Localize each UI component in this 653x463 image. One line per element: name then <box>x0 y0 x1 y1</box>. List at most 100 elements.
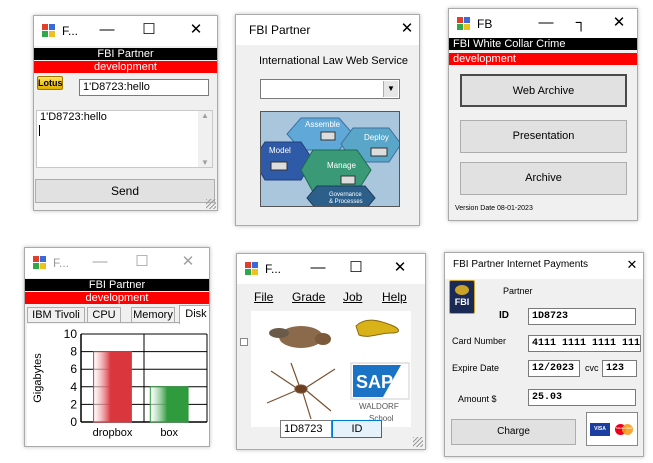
tab-disk[interactable]: Disk <box>179 305 209 324</box>
charge-label: Charge <box>497 426 530 437</box>
resize-grip-icon[interactable] <box>206 199 216 209</box>
title-bar[interactable]: F... — ☐ ✕ <box>237 254 425 284</box>
id-field[interactable]: 1D8723 <box>528 308 636 325</box>
y-tick-label: 4 <box>70 380 77 394</box>
card-field[interactable]: 4111 1111 1111 1111 <box>528 335 641 352</box>
chat-window: F... — ☐ ✕ FBI Partner development Lotus… <box>33 15 218 211</box>
close-icon[interactable]: ✕ <box>604 12 634 34</box>
id-button-label: ID <box>351 423 363 435</box>
tab-ibm-tivoli[interactable]: IBM Tivoli <box>27 307 85 323</box>
slug-image <box>355 319 399 337</box>
chat-log[interactable]: 1'D8723:hello ▲ ▼ <box>36 110 213 168</box>
minimize-icon[interactable]: — <box>303 257 333 279</box>
window-title: FBI Partner <box>249 23 311 37</box>
send-button[interactable]: Send <box>35 179 215 203</box>
amount-field[interactable]: 25.03 <box>528 389 636 406</box>
scroll-down-icon[interactable]: ▼ <box>198 158 212 167</box>
app-icon <box>457 17 471 31</box>
fbi-logo-text: FBI <box>454 297 470 307</box>
minimize-icon[interactable]: — <box>85 251 115 273</box>
tab-cpu[interactable]: CPU <box>87 307 121 323</box>
amount-label: Amount $ <box>458 394 497 404</box>
close-icon[interactable]: ✕ <box>173 251 203 273</box>
version-date: Version Date 08-01-2023 <box>455 205 533 212</box>
presentation-button[interactable]: Presentation <box>460 120 627 153</box>
title-bar[interactable]: FB — ┐ ✕ <box>449 9 637 39</box>
id-input[interactable]: 1D8723 <box>280 420 332 438</box>
message-input[interactable]: 1'D8723:hello <box>79 79 209 96</box>
menu-help[interactable]: Help <box>382 290 407 304</box>
card-label: Card Number <box>452 336 507 346</box>
send-label: Send <box>110 184 140 198</box>
chat-log-text: 1'D8723:hello <box>40 111 107 123</box>
menu-file[interactable]: File <box>254 290 273 304</box>
window-title: FB <box>477 17 493 31</box>
close-icon[interactable]: ✕ <box>181 19 211 41</box>
maximize-icon[interactable]: ☐ <box>341 257 371 279</box>
expire-field[interactable]: 12/2023 <box>528 360 580 377</box>
web-archive-button[interactable]: Web Archive <box>460 74 627 107</box>
visa-icon: VISA <box>590 423 610 436</box>
web-service-window: FBI Partner ✕ International Law Web Serv… <box>235 14 420 226</box>
sap-text: SAP <box>356 372 393 392</box>
diagram-governance: Governance <box>329 192 362 198</box>
presentation-label: Presentation <box>512 130 575 142</box>
menu-grade[interactable]: Grade <box>292 290 325 304</box>
cvc-field[interactable]: 123 <box>602 360 637 377</box>
menu-job[interactable]: Job <box>343 290 362 304</box>
grade-window: F... — ☐ ✕ File Grade Job Help SAP WALDO… <box>236 253 426 450</box>
title-bar[interactable]: FBI Partner ✕ <box>236 15 419 45</box>
minimize-icon[interactable]: — <box>92 19 122 41</box>
id-button[interactable]: ID <box>332 420 382 438</box>
sap-sub: WALDORF <box>359 402 399 411</box>
dropdown-arrow-icon[interactable]: ▼ <box>383 81 398 97</box>
platypus-image <box>269 326 331 348</box>
bar-box <box>149 386 189 423</box>
image-grid: SAP WALDORF School <box>251 311 411 427</box>
close-icon[interactable]: ✕ <box>385 257 415 279</box>
y-tick-label: 8 <box>70 345 77 359</box>
y-tick-label: 6 <box>70 362 77 376</box>
maximize-icon[interactable]: ┐ <box>566 12 596 34</box>
sap-logo: SAP WALDORF School <box>350 362 410 423</box>
charge-button[interactable]: Charge <box>451 419 576 445</box>
resize-grip-icon[interactable] <box>413 437 423 447</box>
banner-title: FBI Partner <box>34 48 217 60</box>
cvc-label: cvc <box>585 363 599 373</box>
maximize-icon[interactable]: ☐ <box>134 19 164 41</box>
disk-chart: 0 2 4 6 8 10 dropbox box Gigabytes <box>27 324 209 446</box>
expire-label: Expire Date <box>452 363 500 373</box>
disk-usage-window: F... — ☐ ✕ FBI Partner development IBM T… <box>24 247 210 447</box>
maximize-icon[interactable]: ☐ <box>127 251 157 273</box>
service-select[interactable]: ▼ <box>260 79 400 99</box>
image-grid-svg: SAP WALDORF School <box>266 319 410 423</box>
scrollbar[interactable]: ▲ ▼ <box>198 111 212 167</box>
close-icon[interactable]: ✕ <box>392 18 419 40</box>
archive-label: Archive <box>525 172 562 184</box>
minimize-icon[interactable]: — <box>531 12 561 34</box>
web-archive-label: Web Archive <box>512 85 575 97</box>
fbi-logo: FBI <box>449 280 475 314</box>
checkbox[interactable] <box>240 338 248 346</box>
lifecycle-diagram-svg: Assemble Deploy Model Manage Governance … <box>261 112 399 206</box>
diagram-assemble: Assemble <box>305 120 341 129</box>
text-caret <box>39 125 40 136</box>
lotus-button[interactable]: Lotus <box>37 76 63 90</box>
y-tick-label: 10 <box>64 327 78 341</box>
tab-memory[interactable]: Memory <box>131 307 175 323</box>
window-title: FBI Partner Internet Payments <box>453 259 589 270</box>
app-icon <box>245 262 259 276</box>
app-icon <box>33 256 47 270</box>
fbi-seal-icon <box>455 285 469 295</box>
title-bar[interactable]: FBI Partner Internet Payments ✕ <box>445 253 643 279</box>
archive-button[interactable]: Archive <box>460 162 627 195</box>
close-icon[interactable]: ✕ <box>617 254 643 276</box>
white-collar-window: FB — ┐ ✕ FBI White Collar Crime developm… <box>448 8 638 221</box>
scroll-up-icon[interactable]: ▲ <box>198 111 212 120</box>
spider-image <box>266 362 336 420</box>
title-bar[interactable]: F... — ☐ ✕ <box>25 248 209 278</box>
title-bar[interactable]: F... — ☐ ✕ <box>34 16 217 46</box>
banner-title-text: FBI White Collar Crime <box>453 38 566 50</box>
x-tick-label: dropbox <box>93 427 133 439</box>
id-label: ID <box>499 310 509 321</box>
